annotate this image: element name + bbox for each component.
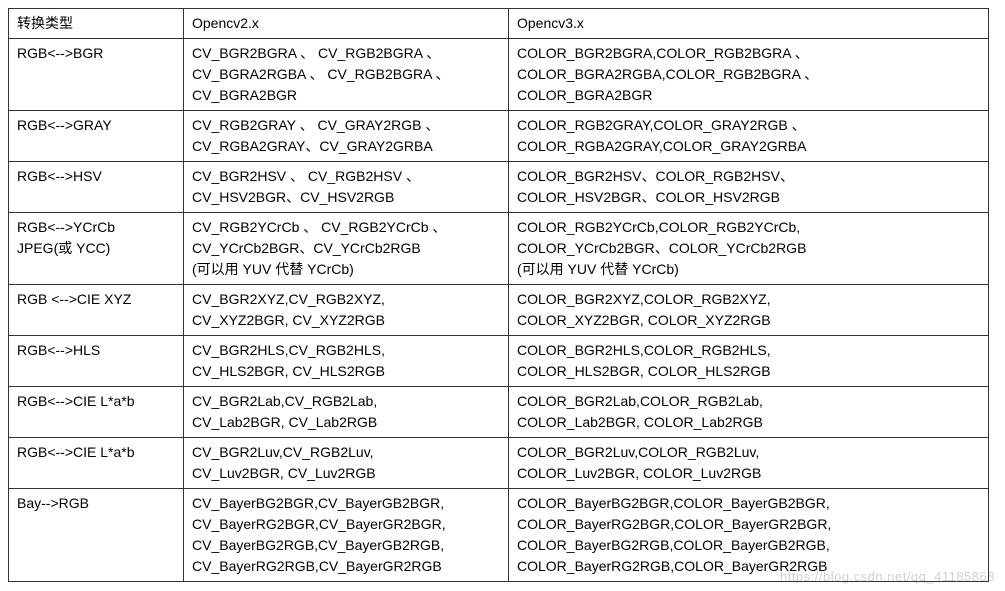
cell-line: CV_BayerBG2BGR,CV_BayerGB2BGR, [192,493,500,514]
cell-line: COLOR_RGBA2GRAY,COLOR_GRAY2GRBA [517,136,980,157]
cell: CV_BGR2XYZ,CV_RGB2XYZ,CV_XYZ2BGR, CV_XYZ… [184,285,509,336]
cell-line: RGB<-->HLS [17,340,175,361]
header-opencv2: Opencv2.x [184,9,509,39]
table-row: RGB <-->CIE XYZ CV_BGR2XYZ,CV_RGB2XYZ,CV_… [9,285,989,336]
cell-line: (可以用 YUV 代替 YCrCb) [192,259,500,280]
cell-line: RGB<-->CIE L*a*b [17,442,175,463]
cell-line: RGB<-->HSV [17,166,175,187]
cell-line: CV_BGR2Luv,CV_RGB2Luv, [192,442,500,463]
cell-line: CV_BGRA2RGBA 、 CV_RGB2BGRA 、 [192,64,500,85]
cell-line: JPEG(或 YCC) [17,238,175,259]
header-type: 转换类型 [9,9,184,39]
cell-line: COLOR_BGR2HSV、COLOR_RGB2HSV、 [517,166,980,187]
table-row: RGB<-->HSV CV_BGR2HSV 、 CV_RGB2HSV 、CV_HS… [9,162,989,213]
cell-line: COLOR_Lab2BGR, COLOR_Lab2RGB [517,412,980,433]
cell: COLOR_RGB2YCrCb,COLOR_RGB2YCrCb,COLOR_YC… [509,213,989,285]
cell-line: CV_HSV2BGR、CV_HSV2RGB [192,187,500,208]
cell-line: CV_RGB2GRAY 、 CV_GRAY2RGB 、 [192,115,500,136]
cell: RGB <-->CIE XYZ [9,285,184,336]
conversion-table: 转换类型 Opencv2.x Opencv3.x RGB<-->BGR CV_BG… [8,8,989,582]
table-row: RGB<-->CIE L*a*b CV_BGR2Lab,CV_RGB2Lab,CV… [9,387,989,438]
cell-line: RGB <-->CIE XYZ [17,289,175,310]
cell-line: CV_Luv2BGR, CV_Luv2RGB [192,463,500,484]
cell-line: CV_BGR2Lab,CV_RGB2Lab, [192,391,500,412]
cell: CV_RGB2YCrCb 、 CV_RGB2YCrCb 、CV_YCrCb2BG… [184,213,509,285]
cell-line: COLOR_XYZ2BGR, COLOR_XYZ2RGB [517,310,980,331]
cell-line: CV_Lab2BGR, CV_Lab2RGB [192,412,500,433]
cell-line: CV_BGR2HSV 、 CV_RGB2HSV 、 [192,166,500,187]
cell-line: CV_BayerBG2RGB,CV_BayerGB2RGB, [192,535,500,556]
cell: COLOR_BayerBG2BGR,COLOR_BayerGB2BGR,COLO… [509,489,989,582]
cell: COLOR_BGR2HSV、COLOR_RGB2HSV、COLOR_HSV2BG… [509,162,989,213]
cell: RGB<-->BGR [9,39,184,111]
header-opencv3: Opencv3.x [509,9,989,39]
cell-line: COLOR_BayerBG2BGR,COLOR_BayerGB2BGR, [517,493,980,514]
cell: COLOR_BGR2HLS,COLOR_RGB2HLS,COLOR_HLS2BG… [509,336,989,387]
cell-line: COLOR_RGB2GRAY,COLOR_GRAY2RGB 、 [517,115,980,136]
cell: RGB<-->HLS [9,336,184,387]
cell-line: CV_HLS2BGR, CV_HLS2RGB [192,361,500,382]
cell: RGB<-->CIE L*a*b [9,387,184,438]
cell: COLOR_BGR2Lab,COLOR_RGB2Lab,COLOR_Lab2BG… [509,387,989,438]
cell-line: COLOR_BGR2HLS,COLOR_RGB2HLS, [517,340,980,361]
cell: COLOR_BGR2Luv,COLOR_RGB2Luv,COLOR_Luv2BG… [509,438,989,489]
cell-line: COLOR_BayerRG2RGB,COLOR_BayerGR2RGB [517,556,980,577]
cell: CV_RGB2GRAY 、 CV_GRAY2RGB 、CV_RGBA2GRAY、… [184,111,509,162]
cell: RGB<-->YCrCbJPEG(或 YCC) [9,213,184,285]
cell: Bay-->RGB [9,489,184,582]
cell-line: Bay-->RGB [17,493,175,514]
cell-line: CV_BayerRG2RGB,CV_BayerGR2RGB [192,556,500,577]
table-row: Bay-->RGBCV_BayerBG2BGR,CV_BayerGB2BGR,C… [9,489,989,582]
cell: CV_BGR2BGRA 、 CV_RGB2BGRA 、CV_BGRA2RGBA … [184,39,509,111]
cell: CV_BGR2HSV 、 CV_RGB2HSV 、CV_HSV2BGR、CV_H… [184,162,509,213]
cell: RGB<-->CIE L*a*b [9,438,184,489]
cell: CV_BGR2Lab,CV_RGB2Lab,CV_Lab2BGR, CV_Lab… [184,387,509,438]
cell-line: CV_BayerRG2BGR,CV_BayerGR2BGR, [192,514,500,535]
table-row: RGB<-->CIE L*a*b CV_BGR2Luv,CV_RGB2Luv,CV… [9,438,989,489]
cell-line: CV_BGR2HLS,CV_RGB2HLS, [192,340,500,361]
cell-line: (可以用 YUV 代替 YCrCb) [517,259,980,280]
cell-line: COLOR_YCrCb2BGR、COLOR_YCrCb2RGB [517,238,980,259]
cell-line: RGB<-->YCrCb [17,217,175,238]
cell: CV_BayerBG2BGR,CV_BayerGB2BGR,CV_BayerRG… [184,489,509,582]
table-row: RGB<-->GRAY CV_RGB2GRAY 、 CV_GRAY2RGB 、CV… [9,111,989,162]
cell-line: CV_BGRA2BGR [192,85,500,106]
cell: RGB<-->GRAY [9,111,184,162]
cell-line: CV_YCrCb2BGR、CV_YCrCb2RGB [192,238,500,259]
cell-line: COLOR_BGRA2RGBA,COLOR_RGB2BGRA 、 [517,64,980,85]
table-header-row: 转换类型 Opencv2.x Opencv3.x [9,9,989,39]
cell-line: COLOR_BayerRG2BGR,COLOR_BayerGR2BGR, [517,514,980,535]
cell: COLOR_RGB2GRAY,COLOR_GRAY2RGB 、COLOR_RGB… [509,111,989,162]
cell: COLOR_BGR2BGRA,COLOR_RGB2BGRA 、COLOR_BGR… [509,39,989,111]
cell-line: CV_RGBA2GRAY、CV_GRAY2GRBA [192,136,500,157]
cell-line: COLOR_BGR2BGRA,COLOR_RGB2BGRA 、 [517,43,980,64]
cell-line: COLOR_BGR2XYZ,COLOR_RGB2XYZ, [517,289,980,310]
cell-line: COLOR_BGR2Luv,COLOR_RGB2Luv, [517,442,980,463]
cell: CV_BGR2HLS,CV_RGB2HLS,CV_HLS2BGR, CV_HLS… [184,336,509,387]
cell-line: RGB<-->CIE L*a*b [17,391,175,412]
table-row: RGB<-->HLS CV_BGR2HLS,CV_RGB2HLS,CV_HLS2B… [9,336,989,387]
cell-line: COLOR_BayerBG2RGB,COLOR_BayerGB2RGB, [517,535,980,556]
cell-line: CV_RGB2YCrCb 、 CV_RGB2YCrCb 、 [192,217,500,238]
cell-line: CV_XYZ2BGR, CV_XYZ2RGB [192,310,500,331]
cell-line: COLOR_HSV2BGR、COLOR_HSV2RGB [517,187,980,208]
cell-line: COLOR_BGR2Lab,COLOR_RGB2Lab, [517,391,980,412]
cell-line: COLOR_RGB2YCrCb,COLOR_RGB2YCrCb, [517,217,980,238]
table-row: RGB<-->YCrCbJPEG(或 YCC)CV_RGB2YCrCb 、 CV… [9,213,989,285]
cell-line: CV_BGR2XYZ,CV_RGB2XYZ, [192,289,500,310]
cell-line: COLOR_BGRA2BGR [517,85,980,106]
cell: RGB<-->HSV [9,162,184,213]
cell: CV_BGR2Luv,CV_RGB2Luv,CV_Luv2BGR, CV_Luv… [184,438,509,489]
cell-line: CV_BGR2BGRA 、 CV_RGB2BGRA 、 [192,43,500,64]
table-row: RGB<-->BGRCV_BGR2BGRA 、 CV_RGB2BGRA 、CV_… [9,39,989,111]
cell-line: RGB<-->GRAY [17,115,175,136]
cell-line: COLOR_HLS2BGR, COLOR_HLS2RGB [517,361,980,382]
cell: COLOR_BGR2XYZ,COLOR_RGB2XYZ,COLOR_XYZ2BG… [509,285,989,336]
cell-line: COLOR_Luv2BGR, COLOR_Luv2RGB [517,463,980,484]
cell-line: RGB<-->BGR [17,43,175,64]
table-body: RGB<-->BGRCV_BGR2BGRA 、 CV_RGB2BGRA 、CV_… [9,39,989,582]
